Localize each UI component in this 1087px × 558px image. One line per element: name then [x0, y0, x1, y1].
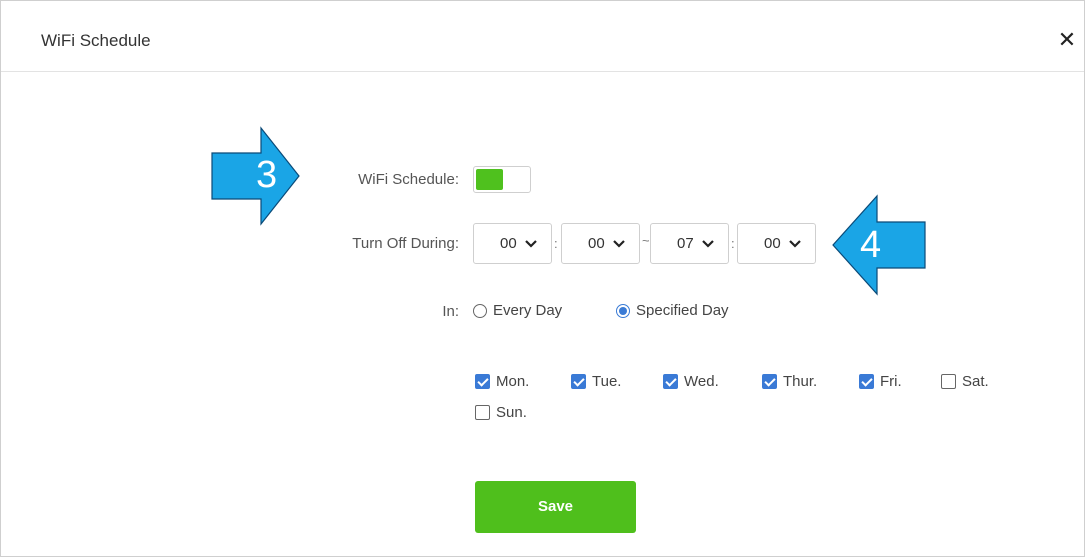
callout-number-3: 3 [256, 154, 278, 196]
chevron-down-icon [702, 240, 714, 248]
toggle-knob-on [476, 169, 503, 190]
start-minute-select[interactable]: 00 [561, 223, 640, 264]
day-label-thur: Thur. [783, 373, 818, 390]
start-hour-value: 00 [500, 235, 517, 252]
wifi-schedule-label: WiFi Schedule: [358, 171, 459, 188]
callout-number-4: 4 [860, 224, 882, 266]
dialog-title: WiFi Schedule [41, 31, 151, 50]
radio-specified-day-circle[interactable] [616, 304, 630, 318]
end-minute-value: 00 [764, 235, 781, 252]
chevron-down-icon [525, 240, 537, 248]
checkbox-wed[interactable] [663, 374, 678, 389]
chevron-down-icon [789, 240, 801, 248]
checkbox-mon[interactable] [475, 374, 490, 389]
end-minute-select[interactable]: 00 [737, 223, 816, 264]
time-separator: : [731, 236, 735, 251]
checkbox-tue[interactable] [571, 374, 586, 389]
radio-specified-day-label: Specified Day [636, 302, 729, 319]
in-label: In: [442, 303, 459, 320]
range-separator: ~ [642, 233, 650, 248]
close-icon[interactable]: ✕ [1056, 29, 1078, 51]
time-separator: : [554, 236, 558, 251]
day-label-fri: Fri. [880, 373, 902, 390]
callout-arrow-4: 4 [831, 194, 927, 296]
checkbox-sat[interactable] [941, 374, 956, 389]
checkbox-sun[interactable] [475, 405, 490, 420]
callout-arrow-3: 3 [211, 126, 301, 226]
radio-every-day-circle[interactable] [473, 304, 487, 318]
day-label-sat: Sat. [962, 373, 989, 390]
radio-every-day-label: Every Day [493, 302, 563, 319]
dialog-header: WiFi Schedule ✕ [1, 1, 1084, 72]
day-label-tue: Tue. [592, 373, 622, 390]
checkbox-fri[interactable] [859, 374, 874, 389]
turn-off-during-label: Turn Off During: [352, 235, 459, 252]
day-label-wed: Wed. [684, 373, 719, 390]
start-minute-value: 00 [588, 235, 605, 252]
day-label-sun: Sun. [496, 404, 527, 421]
start-hour-select[interactable]: 00 [473, 223, 552, 264]
checkbox-thur[interactable] [762, 374, 777, 389]
day-label-mon: Mon. [496, 373, 530, 390]
chevron-down-icon [613, 240, 625, 248]
end-hour-value: 07 [677, 235, 694, 252]
wifi-schedule-toggle[interactable] [473, 166, 531, 193]
save-button[interactable]: Save [475, 481, 636, 533]
end-hour-select[interactable]: 07 [650, 223, 729, 264]
